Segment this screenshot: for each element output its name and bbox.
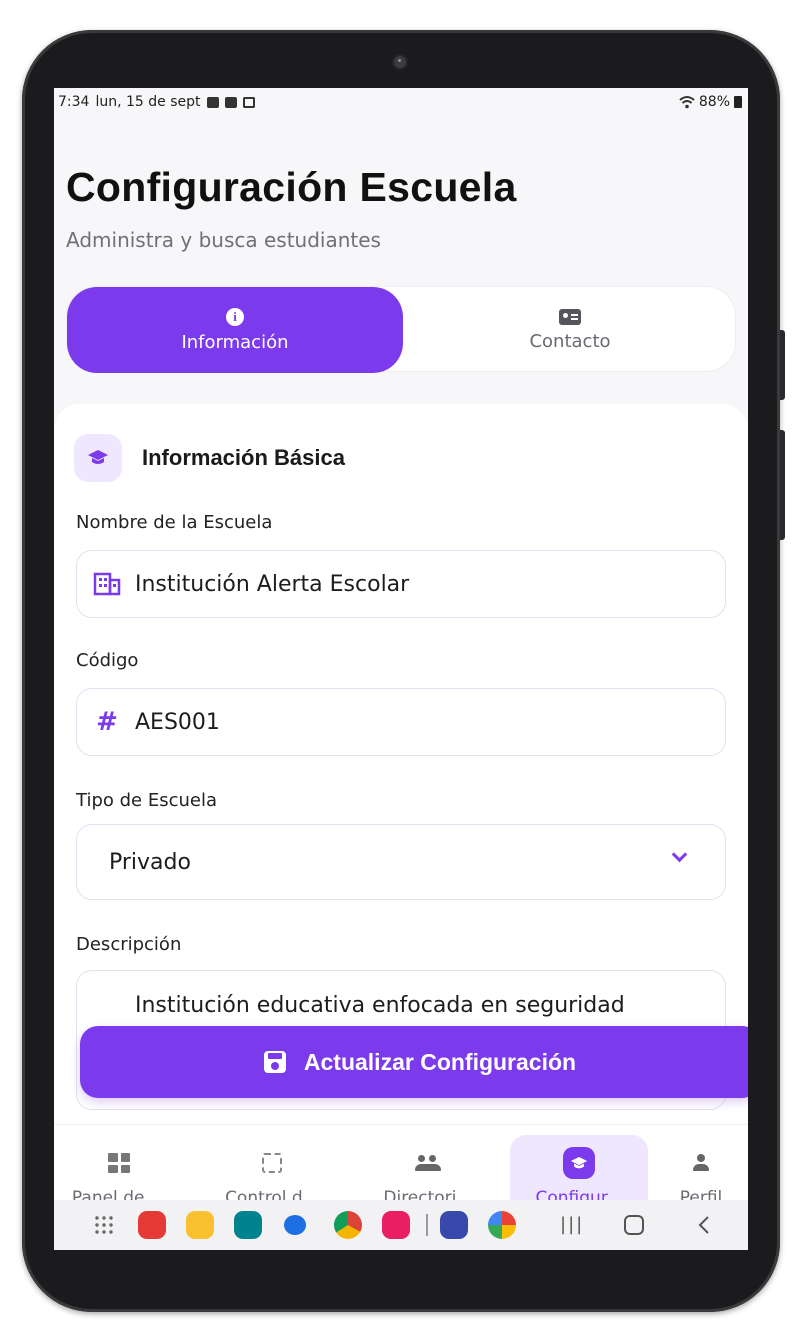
update-config-label: Actualizar Configuración [303,1048,577,1075]
dock-divider [426,1214,428,1236]
photos-app-icon[interactable] [488,1211,516,1239]
battery-level: 88% [698,94,730,110]
folder-app-icon[interactable] [186,1211,214,1239]
school-name-field[interactable]: Institución Alerta Escolar [76,550,726,618]
code-value: AES001 [135,709,220,735]
tab-informacion[interactable]: i Información [67,287,403,373]
home-button[interactable] [624,1215,644,1235]
settings-app-icon[interactable] [440,1211,468,1239]
status-date: lun, 15 de sept [95,94,201,110]
page-subtitle: Administra y busca estudiantes [66,228,381,252]
building-icon [93,572,121,596]
dashboard-icon [108,1153,130,1173]
tab-contacto-label: Contacto [529,330,611,352]
system-taskbar: ||| [54,1200,748,1250]
section-icon-badge [74,434,122,482]
tab-contacto[interactable]: Contacto [403,287,737,373]
description-label: Descripción [76,934,182,955]
school-type-value: Privado [109,849,191,875]
section-header: Información Básica [74,434,345,482]
page-title: Configuración Escuela [66,164,517,210]
qr-scan-icon [262,1153,282,1173]
school-name-label: Nombre de la Escuela [76,512,273,533]
app-drawer-icon[interactable] [94,1215,114,1235]
nav-config-badge [563,1147,595,1179]
tab-bar: i Información Contacto [66,286,737,373]
calendar-app-icon[interactable] [234,1211,262,1239]
mail-notification-icon [224,96,237,108]
status-bar: 7:34 lun, 15 de sept 88% [54,88,748,116]
people-icon [415,1155,441,1171]
wifi-icon [679,96,695,109]
section-title: Información Básica [142,445,345,470]
notes-app-icon[interactable] [138,1211,166,1239]
info-icon: i [226,307,244,326]
front-camera [394,56,406,68]
contact-card-icon [559,308,581,325]
volume-button [780,330,785,400]
camera-app-icon[interactable] [382,1211,410,1239]
hash-icon: # [96,707,118,737]
graduation-cap-icon [570,1156,588,1168]
screen: 7:34 lun, 15 de sept 88% Configuración E… [54,88,748,1250]
chrome-app-icon[interactable] [334,1211,362,1239]
person-icon [692,1154,710,1172]
graduation-cap-icon [88,450,108,464]
power-button [780,430,785,540]
form-card: Información Básica Nombre de la Escuela … [54,404,748,1134]
tab-informacion-label: Información [181,331,289,353]
status-time: 7:34 [58,94,90,110]
school-type-label: Tipo de Escuela [76,790,217,811]
chevron-down-icon [671,846,688,863]
code-label: Código [76,650,139,671]
screenshot-notification-icon [242,96,255,108]
messages-app-icon[interactable] [284,1215,306,1235]
back-button[interactable] [698,1215,710,1235]
gallery-notification-icon [206,96,219,108]
school-type-select[interactable]: Privado [76,824,726,900]
description-value: Institución educativa enfocada en seguri… [135,993,625,1018]
school-name-value: Institución Alerta Escolar [135,571,410,597]
battery-icon [734,96,742,108]
save-icon [263,1051,286,1073]
recent-apps-button[interactable]: ||| [560,1214,584,1235]
tablet-device: 7:34 lun, 15 de sept 88% Configuración E… [22,30,785,1312]
code-field[interactable]: # AES001 [76,688,726,756]
update-config-button[interactable]: Actualizar Configuración [80,1026,748,1098]
